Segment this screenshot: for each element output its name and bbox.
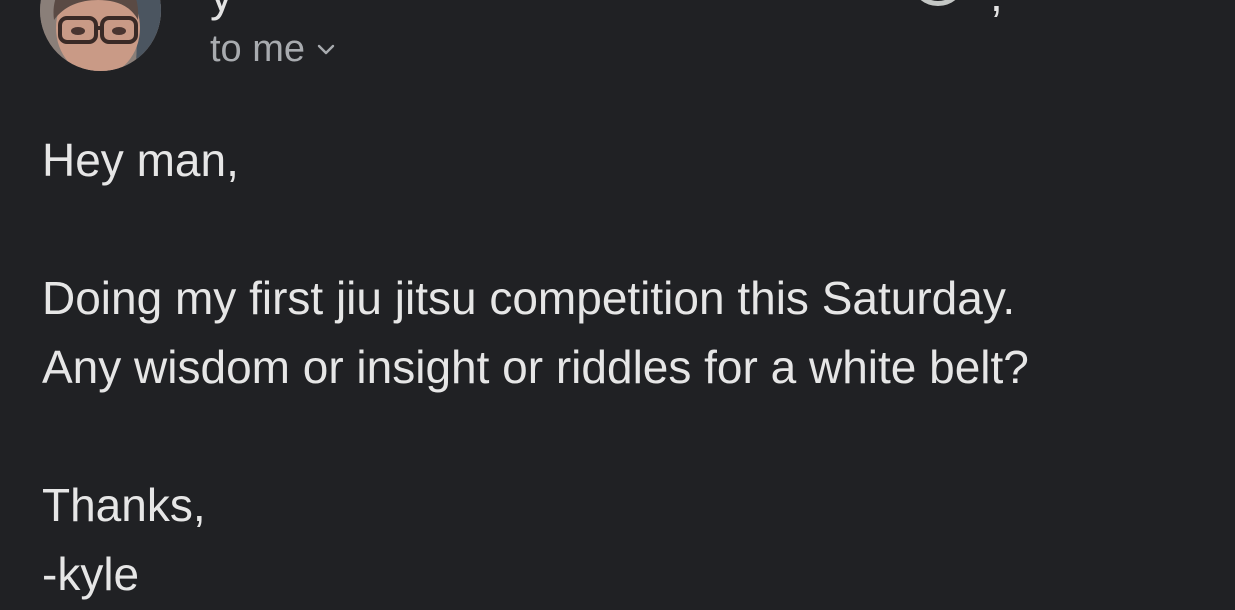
- body-line-1: Doing my first jiu jitsu competition thi…: [42, 272, 1016, 324]
- recipient-label: to me: [210, 28, 306, 70]
- greeting-text: Hey man,: [42, 134, 239, 186]
- sender-name[interactable]: y: [210, 0, 233, 22]
- snooze-icon[interactable]: [910, 0, 966, 6]
- sender-avatar[interactable]: [40, 0, 161, 71]
- body-line-2: Any wisdom or insight or riddles for a w…: [42, 341, 1029, 393]
- chevron-down-icon[interactable]: [315, 38, 337, 60]
- closing-text: Thanks,: [42, 479, 206, 531]
- message-body: Hey man, Doing my first jiu jitsu compet…: [42, 126, 1232, 609]
- recipient-details-toggle[interactable]: to me: [210, 26, 337, 72]
- avatar-photo-icon: [40, 0, 161, 71]
- timestamp: ,: [990, 0, 1003, 22]
- signature-text: -kyle: [42, 548, 140, 600]
- sender-line: y ,: [210, 0, 1160, 21]
